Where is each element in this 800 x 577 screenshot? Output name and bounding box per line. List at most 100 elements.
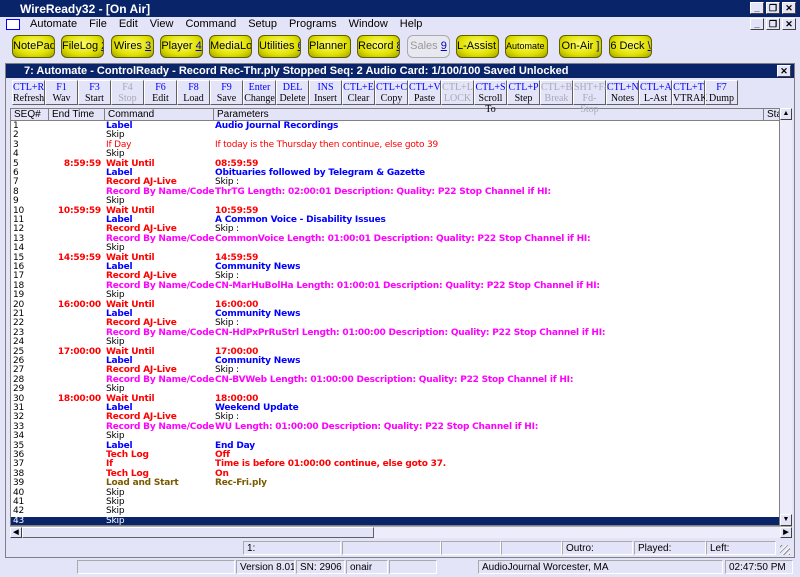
toolbar-button-start[interactable]: F3 Start	[78, 80, 111, 105]
module-button-on-air[interactable]: On-Air ]	[559, 35, 602, 58]
table-row[interactable]: 33 Record By Name/Code WU Length: 01:00:00…	[11, 422, 779, 432]
table-row[interactable]: 41 Skip	[11, 497, 779, 507]
inner-status-field-2	[342, 541, 441, 555]
toolbar-button-insert[interactable]: INS Insert	[309, 80, 342, 105]
status-field-5	[389, 560, 437, 574]
menu-file[interactable]: File	[83, 18, 113, 30]
scroll-up-arrow-icon[interactable]: ▲	[780, 108, 792, 120]
table-row[interactable]: 39 Load and Start Rec-Fri.ply	[11, 478, 779, 488]
module-button-medialog[interactable]: MediaLog 5	[209, 35, 252, 58]
toolbar-button-key: CTL+S	[475, 82, 506, 93]
toolbar-button-notes[interactable]: CTL+N Notes	[606, 80, 639, 105]
close-button[interactable]: ✕	[782, 2, 796, 14]
child-minimize-button[interactable]: _	[750, 18, 764, 30]
module-button-6-deck[interactable]: 6 Deck \	[609, 35, 652, 58]
toolbar-button-edit[interactable]: F6 Edit	[144, 80, 177, 105]
inner-status-field-5: Outro:	[562, 541, 633, 555]
horizontal-scroll-thumb[interactable]	[22, 527, 374, 538]
module-button-l-assist[interactable]: L-Assist [	[456, 35, 499, 58]
table-row[interactable]: 28 Record By Name/Code CN-BVWeb Length: 01…	[11, 374, 779, 385]
module-button-hotkey: 8	[397, 40, 399, 52]
toolbar-button-key: CTL+C	[376, 82, 408, 93]
module-button-sales[interactable]: Sales 9	[407, 35, 450, 58]
toolbar-button-key: CTL+N	[607, 82, 639, 93]
toolbar-button-step[interactable]: CTL+P Step	[507, 80, 540, 105]
window-close-button[interactable]: ✕	[777, 65, 791, 77]
table-row[interactable]: 42 Skip	[11, 506, 779, 516]
module-button-player[interactable]: Player 4	[160, 35, 203, 58]
menu-window[interactable]: Window	[343, 18, 394, 30]
toolbar-button-vtrak[interactable]: CTL+T VTRAK	[672, 80, 707, 105]
toolbar-button-key: F7	[716, 82, 727, 93]
column-header-end-time[interactable]: End Time	[49, 109, 105, 121]
toolbar-button-fd-stop[interactable]: SHT+F4 Fd-Stop	[573, 80, 609, 115]
toolbar-button-l-ast[interactable]: CTL+A L-Ast	[639, 80, 672, 105]
toolbar-button-break[interactable]: CTL+B Break	[540, 80, 573, 105]
document-icon[interactable]	[6, 18, 20, 30]
command-cell: Skip	[106, 515, 125, 526]
module-button-utilities[interactable]: Utilities 6	[258, 35, 301, 58]
menu-view[interactable]: View	[144, 18, 180, 30]
toolbar-button-key: CTL+T	[673, 82, 704, 93]
table-row[interactable]: 8 Record By Name/Code ThrTG Length: 02:00:…	[11, 186, 779, 197]
inner-status-field-6: Played:	[634, 541, 706, 555]
toolbar-button-key: CTL+E	[343, 82, 374, 93]
table-row[interactable]: 43 Skip	[11, 515, 779, 526]
resize-grip-icon[interactable]	[780, 545, 790, 555]
menu-command[interactable]: Command	[179, 18, 242, 30]
toolbar-button-scroll-to[interactable]: CTL+S Scroll To	[474, 80, 507, 115]
toolbar-button-load[interactable]: F8 Load	[177, 80, 210, 105]
toolbar-button-key: CTL+B	[541, 82, 573, 93]
toolbar-button-wav[interactable]: F1 Wav	[45, 80, 78, 105]
horizontal-scrollbar[interactable]: ◀ ▶	[10, 526, 792, 538]
column-header-command[interactable]: Command	[105, 109, 214, 121]
toolbar-button-paste[interactable]: CTL+V Paste	[408, 80, 441, 105]
module-button-filelog[interactable]: FileLog 2	[61, 35, 104, 58]
module-button-automate[interactable]: Automate 0	[505, 35, 548, 58]
module-button-label: 6 Deck	[610, 40, 645, 52]
table-row[interactable]: 40 Skip	[11, 488, 779, 498]
toolbar-button-delete[interactable]: DEL Delete	[276, 80, 309, 105]
restore-button[interactable]: ❐	[766, 2, 780, 14]
table-row[interactable]: 3 If Day If today is the Thursday then con…	[11, 140, 779, 150]
vertical-scrollbar[interactable]: ▲ ▼	[780, 108, 792, 526]
toolbar-button-dump[interactable]: F7 Dump	[705, 80, 738, 105]
module-button-record[interactable]: Record 8	[357, 35, 400, 58]
parameters-cell: CN-BVWeb Length: 01:00:00 Description: Q…	[215, 374, 574, 385]
menu-programs[interactable]: Programs	[283, 18, 343, 30]
minimize-button[interactable]: _	[750, 2, 764, 14]
toolbar-button-label: Stop	[118, 93, 137, 104]
scroll-left-arrow-icon[interactable]: ◀	[10, 527, 22, 538]
toolbar-button-stop[interactable]: F4 Stop	[111, 80, 144, 105]
scroll-right-arrow-icon[interactable]: ▶	[780, 527, 792, 538]
module-button-planner[interactable]: Planner 7	[308, 35, 351, 58]
parameters-cell: ThrTG Length: 02:00:01 Description: Qual…	[215, 186, 551, 197]
module-button-label: Record	[358, 40, 394, 52]
toolbar-button-key: F1	[56, 82, 67, 93]
toolbar-button-save[interactable]: F9 Save	[210, 80, 243, 105]
column-header-status[interactable]: Sta	[764, 109, 779, 121]
child-restore-button[interactable]: ❐	[766, 18, 780, 30]
toolbar-button-change[interactable]: Enter Change	[243, 80, 276, 105]
module-button-wires[interactable]: Wires 3	[111, 35, 154, 58]
module-button-notepad[interactable]: NotePad 1	[12, 35, 55, 58]
menu-setup[interactable]: Setup	[242, 18, 283, 30]
toolbar-button-clear[interactable]: CTL+E Clear	[342, 80, 375, 105]
table-row[interactable]: 23 Record By Name/Code CN-HdPxPrRuStrl Len…	[11, 328, 779, 338]
menu-edit[interactable]: Edit	[113, 18, 144, 30]
column-header-seq[interactable]: SEQ#	[11, 109, 49, 121]
toolbar-button-label: Copy	[380, 93, 403, 104]
table-row[interactable]: 1 Label Audio Journal Recordings	[11, 121, 779, 131]
toolbar-button-label: Change	[244, 93, 275, 104]
toolbar-button-copy[interactable]: CTL+C Copy	[375, 80, 408, 105]
toolbar-button-refresh[interactable]: CTL+R Refresh	[12, 80, 45, 105]
status-field-7: 02:47:50 PM	[725, 560, 793, 574]
toolbar-button-lock[interactable]: CTL+L LOCK	[441, 80, 474, 105]
menu-help[interactable]: Help	[394, 18, 429, 30]
menu-automate[interactable]: Automate	[24, 18, 83, 30]
table-row[interactable]: 18 Record By Name/Code CN-MarHuBolHa Lengt…	[11, 281, 779, 291]
scroll-down-arrow-icon[interactable]: ▼	[780, 514, 792, 526]
table-row[interactable]: 13 Record By Name/Code CommonVoice Length:…	[11, 234, 779, 244]
toolbar-button-label: Break	[544, 93, 569, 104]
child-close-button[interactable]: ✕	[782, 18, 796, 30]
